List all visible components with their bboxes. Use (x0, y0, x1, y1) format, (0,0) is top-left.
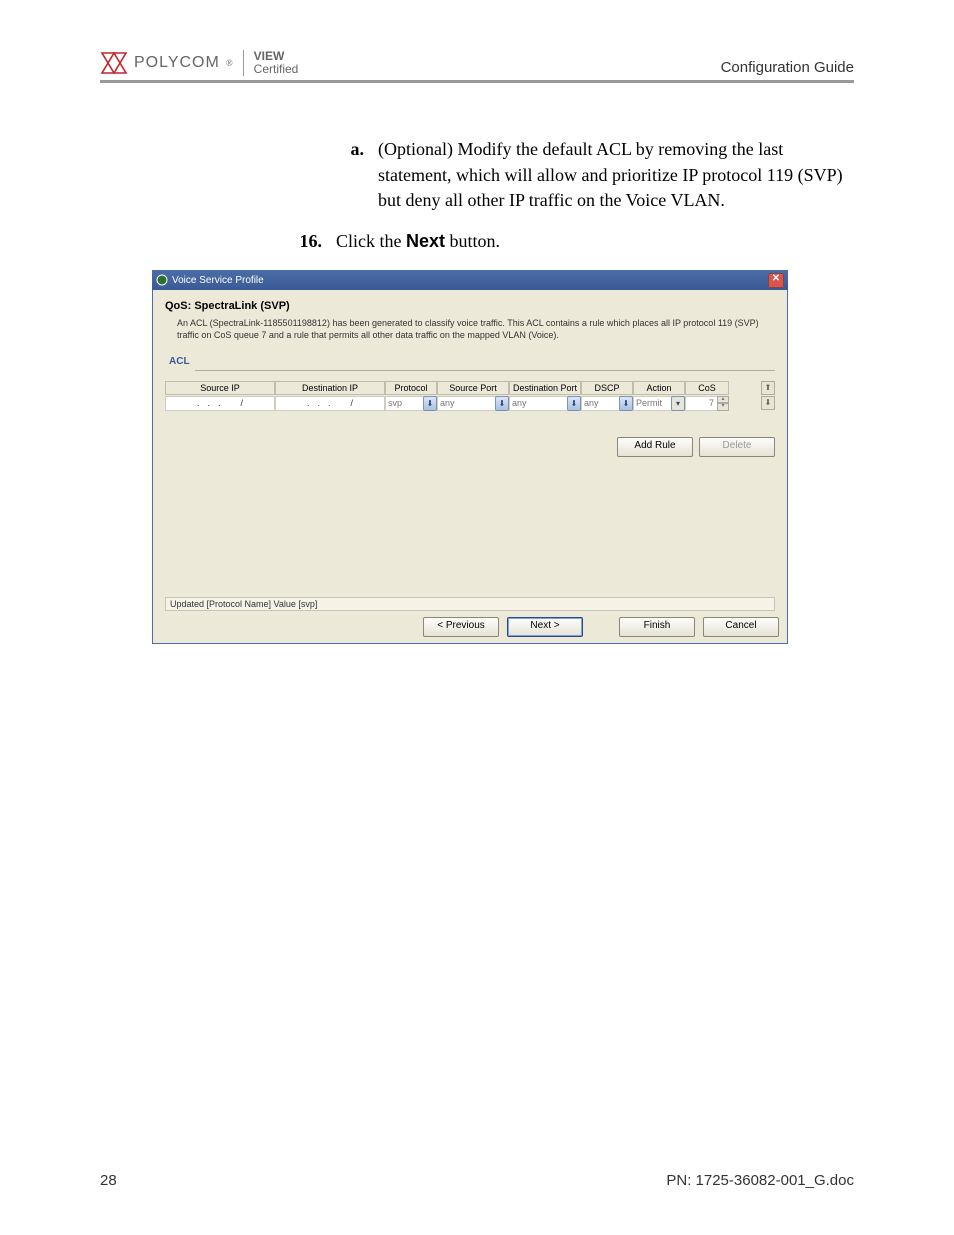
page-header: POLYCOM ® VIEW Certified Configuration G… (100, 50, 854, 83)
cos-spinner[interactable]: 7 ▴▾ (685, 396, 729, 411)
col-source-port: Source Port (437, 381, 509, 395)
source-ip-input[interactable]: .../ (165, 396, 275, 411)
brand-block: POLYCOM ® VIEW Certified (100, 50, 298, 76)
col-dest-port: Destination Port (509, 381, 581, 395)
add-rule-button[interactable]: Add Rule (617, 437, 693, 457)
col-action: Action (633, 381, 685, 395)
col-cos: CoS (685, 381, 729, 395)
cancel-button[interactable]: Cancel (703, 617, 779, 637)
dest-ip-input[interactable]: .../ (275, 396, 385, 411)
action-dropdown-icon[interactable]: ▾ (671, 396, 685, 411)
next-button[interactable]: Next > (507, 617, 583, 637)
finish-button[interactable]: Finish (619, 617, 695, 637)
dest-port-input[interactable]: any ⬇ (509, 396, 581, 411)
close-icon[interactable]: ✕ (768, 273, 784, 288)
move-down-button[interactable]: ⬇ (761, 396, 775, 410)
brand-name: POLYCOM (134, 54, 220, 72)
move-up-button[interactable]: ⬆ (761, 381, 775, 395)
col-protocol: Protocol (385, 381, 437, 395)
dscp-dropdown-icon[interactable]: ⬇ (619, 396, 633, 411)
dialog-titlebar: Voice Service Profile ✕ (152, 270, 788, 290)
page-footer: 28 PN: 1725-36082-001_G.doc (100, 1172, 854, 1189)
col-dest-ip: Destination IP (275, 381, 385, 395)
protocol-input[interactable]: svp ⬇ (385, 396, 437, 411)
action-select[interactable]: Permit ▾ (633, 396, 685, 411)
step-a-label: a. (334, 137, 378, 213)
acl-legend: ACL (165, 356, 194, 367)
step-a: a. (Optional) Modify the default ACL by … (334, 137, 854, 213)
source-port-input[interactable]: any ⬇ (437, 396, 509, 411)
dest-port-dropdown-icon[interactable]: ⬇ (567, 396, 581, 411)
step-a-text: (Optional) Modify the default ACL by rem… (378, 137, 854, 213)
doc-title: Configuration Guide (721, 59, 854, 76)
acl-fieldset: ACL Source IP Destination IP Protocol So… (165, 362, 775, 611)
status-bar: Updated [Protocol Name] Value [svp] (165, 597, 775, 611)
acl-rule-row[interactable]: .../ .../ svp ⬇ any (165, 396, 760, 411)
wizard-button-row: < Previous Next > Finish Cancel (153, 611, 787, 643)
step-16: 16. Click the Next button. (292, 229, 854, 254)
cos-spinner-icon[interactable]: ▴▾ (717, 396, 729, 411)
polycom-logo-icon (100, 51, 128, 75)
col-source-ip: Source IP (165, 381, 275, 395)
delete-button: Delete (699, 437, 775, 457)
previous-button[interactable]: < Previous (423, 617, 499, 637)
protocol-dropdown-icon[interactable]: ⬇ (423, 396, 437, 411)
dialog-heading: QoS: SpectraLink (SVP) (165, 300, 775, 312)
body-content: a. (Optional) Modify the default ACL by … (100, 137, 854, 254)
source-port-dropdown-icon[interactable]: ⬇ (495, 396, 509, 411)
dialog-description: An ACL (SpectraLink-1185501198812) has b… (177, 318, 775, 341)
page-number: 28 (100, 1172, 117, 1189)
dialog-title: Voice Service Profile (172, 275, 264, 286)
part-number: PN: 1725-36082-001_G.doc (666, 1172, 854, 1189)
dialog-screenshot: Voice Service Profile ✕ QoS: SpectraLink… (152, 270, 788, 643)
col-dscp: DSCP (581, 381, 633, 395)
dscp-input[interactable]: any ⬇ (581, 396, 633, 411)
acl-header-row: Source IP Destination IP Protocol Source… (165, 381, 760, 395)
step-16-text: Click the Next button. (336, 229, 854, 254)
step-16-label: 16. (292, 229, 336, 254)
divider (243, 50, 244, 76)
view-certified-badge: VIEW Certified (254, 50, 299, 76)
app-icon (156, 274, 168, 286)
